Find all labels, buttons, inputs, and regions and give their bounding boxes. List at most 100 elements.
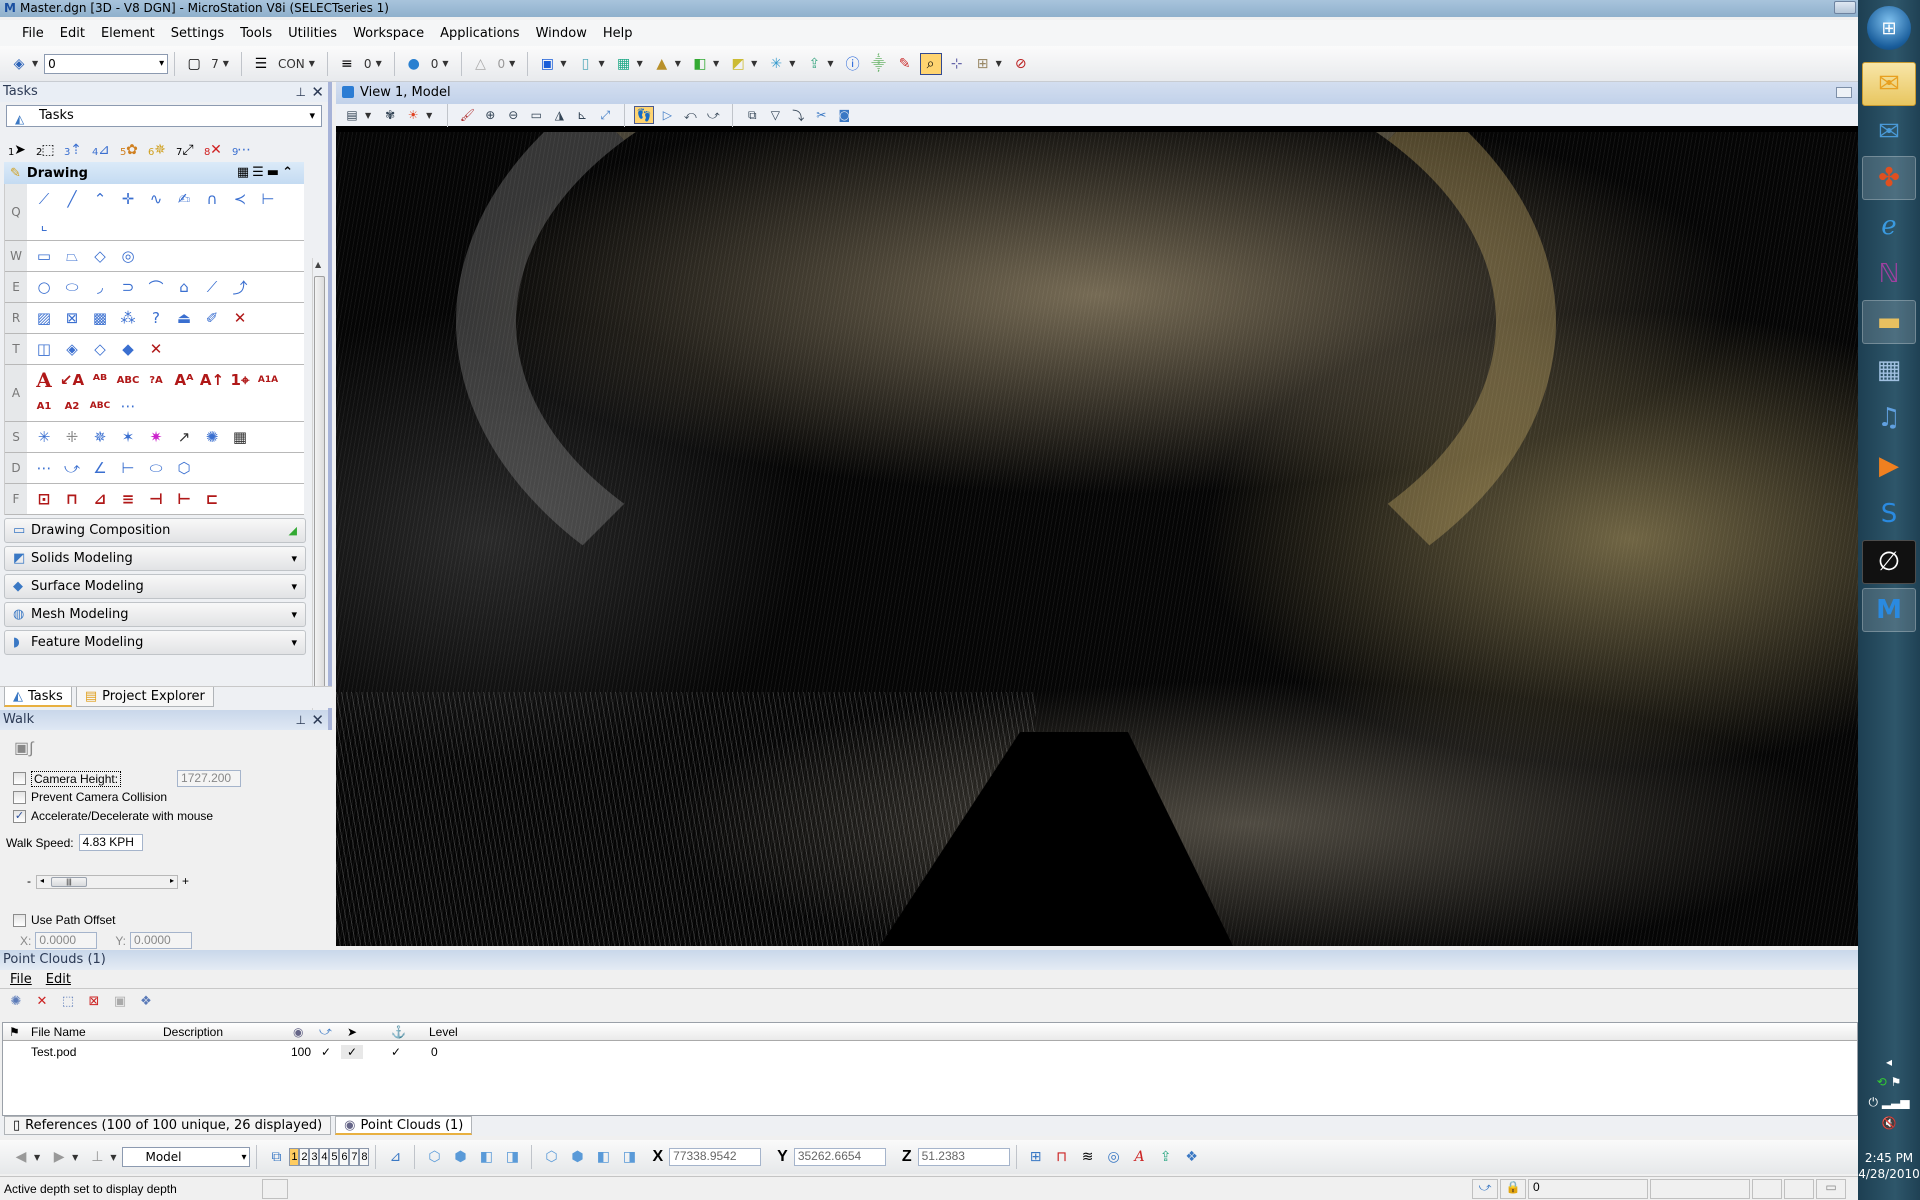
transparency-value[interactable]: 0 xyxy=(431,57,439,71)
menu-element[interactable]: Element xyxy=(93,26,163,41)
chevron-down-icon[interactable]: ▼ xyxy=(675,59,681,68)
measure-length-tool[interactable]: ⊢ xyxy=(115,456,141,480)
place-cell-matrix-tool[interactable]: ⁜ xyxy=(59,425,85,449)
table-row[interactable]: Test.pod 100 ✓ ✓ ✓ 0 xyxy=(3,1041,1857,1063)
cell-table-tool[interactable]: ▦ xyxy=(227,425,253,449)
active-level-select[interactable]: 0 xyxy=(44,53,169,74)
view-button-4[interactable]: 4 xyxy=(319,1148,330,1166)
taskbar-media-center[interactable]: ✤ xyxy=(1862,156,1916,200)
update-view-icon[interactable]: 🖌 xyxy=(457,106,477,124)
show-hidden-icons-button[interactable]: ◂ xyxy=(1858,1055,1920,1069)
color-icon[interactable]: ▢ xyxy=(183,53,205,75)
references-icon[interactable]: ▦ xyxy=(613,53,635,75)
place-note-tool[interactable]: ↙A xyxy=(59,368,85,392)
view-mode-icons[interactable]: ▦☰▬⌃ xyxy=(237,165,296,180)
dimension-icon[interactable]: ⊓ xyxy=(1051,1146,1073,1168)
change-tag-tool[interactable]: ◆ xyxy=(115,337,141,361)
view-previous-icon[interactable]: ⤺ xyxy=(680,106,700,124)
cell-locate-check[interactable]: ✓ xyxy=(341,1045,364,1059)
grid-icon[interactable]: ⊞ xyxy=(1025,1146,1047,1168)
hierarchy-icon[interactable]: ⸎ xyxy=(868,53,890,75)
change-attributes-tool[interactable]: ✿ 5 xyxy=(120,134,144,158)
spell-check-tool[interactable]: ABC xyxy=(115,368,141,392)
taskbar-calculator[interactable]: ▦ xyxy=(1862,348,1916,392)
back-icon[interactable]: ◀ xyxy=(10,1146,32,1168)
transparency-icon[interactable]: ● xyxy=(403,53,425,75)
tab-tasks[interactable]: ◭ Tasks xyxy=(4,687,72,707)
forward-icon[interactable]: ▶ xyxy=(48,1146,70,1168)
walk-speed-input[interactable]: 4.83 KPH xyxy=(78,834,143,851)
offset-x-input[interactable]: 0.0000 xyxy=(35,932,98,949)
raster-manager-icon[interactable]: ▲ xyxy=(651,53,673,75)
zoom-in-icon[interactable]: ⊕ xyxy=(480,106,500,124)
place-block-tool[interactable]: ▭ xyxy=(31,244,57,268)
view-attributes-icon[interactable]: ▣ xyxy=(536,53,558,75)
taskbar-media-player[interactable]: ▶ xyxy=(1862,444,1916,488)
lock-icon[interactable]: 🔒 xyxy=(1500,1179,1526,1199)
copy-view-icon[interactable]: ⧉ xyxy=(742,106,762,124)
show-pattern-tool[interactable]: ? xyxy=(143,306,169,330)
chevron-down-icon[interactable]: ▼ xyxy=(789,59,795,68)
edit-text-tool[interactable]: ᴬᴮ xyxy=(87,368,113,392)
chevron-down-icon[interactable]: ▼ xyxy=(996,59,1002,68)
lighting-icon[interactable]: ☀ xyxy=(403,106,423,124)
place-line-tool[interactable]: ╱ xyxy=(59,187,85,211)
dimension-element-tool[interactable]: ⊡ xyxy=(31,487,57,511)
attach-point-cloud-icon[interactable]: ✺ xyxy=(6,992,26,1012)
rotate-view-icon[interactable]: ⊾ xyxy=(572,106,592,124)
match-text-tool[interactable]: Aᴬ xyxy=(171,368,197,392)
dimension-location-tool[interactable]: ⊢ xyxy=(171,487,197,511)
taskbar-autodesk[interactable]: ∅ xyxy=(1862,540,1916,584)
measure-volume-tool[interactable]: ⬡ xyxy=(171,456,197,480)
col-locate-icon[interactable]: ➤ xyxy=(347,1025,357,1039)
chevron-down-icon[interactable]: ▼ xyxy=(560,59,566,68)
chevron-down-icon[interactable]: ▼ xyxy=(598,59,604,68)
view-front-icon[interactable]: ⬢ xyxy=(449,1146,471,1168)
construct-line-tool[interactable]: ⊢ xyxy=(255,187,281,211)
point-cloud-properties-icon[interactable]: ❖ xyxy=(136,992,156,1012)
accudraw-icon[interactable]: ⊿ xyxy=(384,1146,406,1168)
edit-icon[interactable]: ✎ xyxy=(894,53,916,75)
place-shape-tool[interactable]: ⏢ xyxy=(59,244,85,268)
identify-cell-tool[interactable]: ✶ xyxy=(115,425,141,449)
taskbar-skype[interactable]: S xyxy=(1862,492,1916,536)
menu-settings[interactable]: Settings xyxy=(163,26,232,41)
view-button-3[interactable]: 3 xyxy=(309,1148,320,1166)
chevron-down-icon[interactable]: ▼ xyxy=(751,59,757,68)
category-drawing-composition[interactable]: ▭ Drawing Composition ◢ xyxy=(4,518,306,543)
dimension-ordinates-tool[interactable]: ≡ xyxy=(115,487,141,511)
change-view-perspective-icon[interactable]: ⤵ xyxy=(788,106,808,124)
delete-tool[interactable]: ✕ 8 xyxy=(204,134,228,158)
level-manager-icon[interactable]: ◈ xyxy=(8,53,30,75)
sets-icon[interactable]: ◎ xyxy=(1103,1146,1125,1168)
chevron-down-icon[interactable]: ▼ xyxy=(365,111,371,120)
fence-tool[interactable]: ⬚ 2 xyxy=(36,134,60,158)
taskbar-windows-explorer[interactable]: ▬ xyxy=(1862,300,1916,344)
menu-window[interactable]: Window xyxy=(528,26,595,41)
arc-3pt-tool[interactable]: ⊃ xyxy=(115,275,141,299)
menu-file[interactable]: File xyxy=(14,26,52,41)
taskbar-microstation[interactable]: M xyxy=(1862,588,1916,632)
chevron-down-icon[interactable]: ▼ xyxy=(223,59,229,68)
crosshatch-tool[interactable]: ⊠ xyxy=(59,306,85,330)
category-feature-modeling[interactable]: ◗ Feature Modeling ▾ xyxy=(4,630,306,655)
tasks-scrollbar[interactable]: ▲ ▼ xyxy=(312,258,326,724)
taskbar-windows-mail[interactable]: ✉ xyxy=(1862,110,1916,154)
view-button-5[interactable]: 5 xyxy=(329,1148,340,1166)
increment-enter-data-tool[interactable]: A1A xyxy=(255,368,281,392)
define-cell-origin-tool[interactable]: ✵ xyxy=(87,425,113,449)
view-right-icon[interactable]: ◧ xyxy=(475,1146,497,1168)
view-button-8[interactable]: 8 xyxy=(359,1148,370,1166)
accelerate-checkbox[interactable]: ✓ xyxy=(13,809,26,823)
menu-help[interactable]: Help xyxy=(595,26,641,41)
chevron-down-icon[interactable]: ▼ xyxy=(110,1153,116,1162)
view-button-7[interactable]: 7 xyxy=(349,1148,360,1166)
view-button-2[interactable]: 2 xyxy=(299,1148,310,1166)
sync-icon[interactable]: ⟲ xyxy=(1877,1075,1887,1089)
point-cloud-viewport[interactable] xyxy=(336,132,1858,946)
chevron-down-icon[interactable]: ▼ xyxy=(827,59,833,68)
scroll-up-icon[interactable]: ▲ xyxy=(315,260,321,269)
cell-density[interactable]: 100 xyxy=(291,1045,311,1059)
clip-volume-icon[interactable]: ▽ xyxy=(765,106,785,124)
chevron-down-icon[interactable]: ▼ xyxy=(34,1153,40,1162)
